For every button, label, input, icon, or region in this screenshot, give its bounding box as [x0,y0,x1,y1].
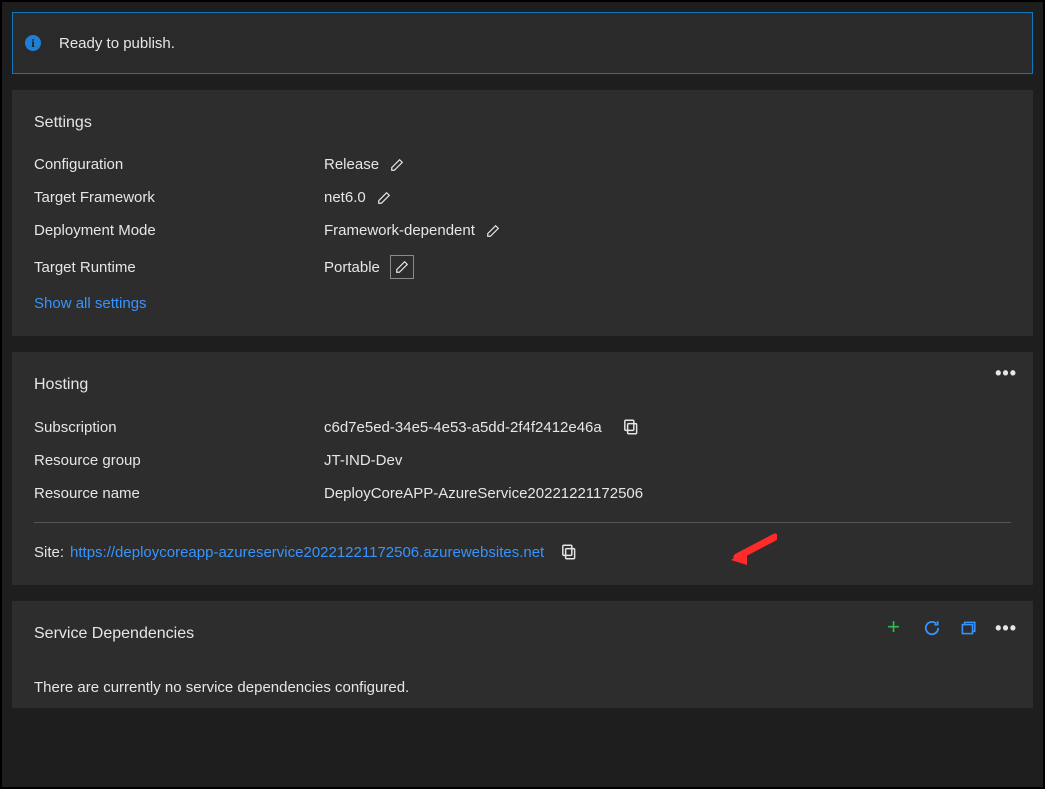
show-all-settings-link[interactable]: Show all settings [34,295,147,312]
hosting-row-resource-name: Resource name DeployCoreAPP-AzureService… [34,485,1011,502]
deps-title: Service Dependencies [34,625,1011,643]
setting-label: Target Framework [34,189,324,206]
site-label: Site: [34,544,64,561]
edit-icon[interactable] [485,223,501,239]
setting-label: Target Runtime [34,259,324,276]
hosting-panel: ••• Hosting Subscription c6d7e5ed-34e5-4… [12,352,1033,585]
setting-value: Release [324,156,379,173]
copy-icon[interactable] [622,418,640,436]
hosting-title: Hosting [34,376,1011,394]
service-dependencies-panel: + ••• Service Dependencies There are cur… [12,601,1033,708]
hosting-row-subscription: Subscription c6d7e5ed-34e5-4e53-a5dd-2f4… [34,418,1011,436]
settings-title: Settings [34,114,1011,132]
restore-panel-button[interactable] [959,619,977,637]
deps-toolbar: + ••• [887,619,1017,637]
setting-label: Configuration [34,156,324,173]
divider [34,522,1011,523]
status-message: Ready to publish. [59,35,175,52]
edit-icon[interactable] [376,190,392,206]
deps-more-button[interactable]: ••• [995,621,1017,635]
settings-panel: Settings Configuration Release Target Fr… [12,90,1033,336]
hosting-value: JT-IND-Dev [324,452,402,469]
hosting-row-resource-group: Resource group JT-IND-Dev [34,452,1011,469]
edit-icon[interactable] [390,255,414,279]
setting-label: Deployment Mode [34,222,324,239]
site-row: Site: https://deploycoreapp-azureservice… [34,543,1011,561]
setting-row-target-framework: Target Framework net6.0 [34,189,1011,206]
copy-icon[interactable] [560,543,578,561]
hosting-label: Resource group [34,452,324,469]
setting-value: Portable [324,259,380,276]
info-icon: i [25,35,41,51]
site-url-link[interactable]: https://deploycoreapp-azureservice202212… [70,544,544,561]
add-dependency-button[interactable]: + [887,619,905,637]
setting-value: Framework-dependent [324,222,475,239]
annotation-arrow-icon [727,533,777,573]
hosting-value: c6d7e5ed-34e5-4e53-a5dd-2f4f2412e46a [324,419,602,436]
hosting-more-button[interactable]: ••• [995,366,1017,380]
hosting-label: Subscription [34,419,324,436]
hosting-label: Resource name [34,485,324,502]
deps-empty-message: There are currently no service dependenc… [34,679,1011,696]
setting-row-configuration: Configuration Release [34,156,1011,173]
setting-value: net6.0 [324,189,366,206]
status-notice: i Ready to publish. [12,12,1033,74]
setting-row-deployment-mode: Deployment Mode Framework-dependent [34,222,1011,239]
setting-row-target-runtime: Target Runtime Portable [34,255,1011,279]
edit-icon[interactable] [389,157,405,173]
refresh-button[interactable] [923,619,941,637]
hosting-value: DeployCoreAPP-AzureService20221221172506 [324,485,643,502]
